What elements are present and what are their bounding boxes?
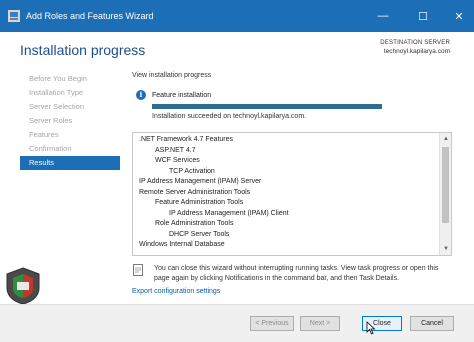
previous-button[interactable]: < Previous — [250, 316, 294, 331]
progress-fill — [152, 104, 382, 109]
sidebar-item-server-roles: Server Roles — [29, 116, 73, 125]
page-title: Installation progress — [20, 42, 146, 58]
wizard-steps-sidebar: Before You Begin Installation Type Serve… — [20, 72, 120, 170]
installation-progress-bar — [152, 104, 382, 109]
result-item: TCP Activation — [169, 167, 215, 175]
result-item: Windows Internal Database — [139, 241, 225, 248]
cancel-button[interactable]: Cancel — [410, 316, 454, 331]
feature-installation-label: Feature installation — [152, 92, 212, 99]
wizard-header: Installation progress DESTINATION SERVER… — [0, 32, 474, 66]
results-list-box[interactable]: .NET Framework 4.7 Features ASP.NET 4.7 WC… — [132, 132, 452, 256]
result-item: IP Address Management (IPAM) Server — [139, 178, 262, 185]
scroll-down-arrow-icon[interactable]: ▼ — [440, 243, 451, 255]
results-scrollbar[interactable]: ▲ ▼ — [439, 133, 451, 255]
view-progress-label: View installation progress — [132, 72, 212, 79]
result-item: .NET Framework 4.7 Features — [139, 136, 234, 143]
mouse-cursor-icon — [366, 321, 376, 335]
result-item: IP Address Management (IPAM) Client — [169, 209, 289, 217]
sidebar-item-before-you-begin: Before You Begin — [29, 74, 87, 83]
wizard-footer: < Previous Next > Close Cancel — [0, 304, 474, 342]
result-item: Feature Administration Tools — [155, 199, 244, 206]
scroll-up-arrow-icon[interactable]: ▲ — [440, 133, 451, 145]
maximize-button[interactable]: ☐ — [408, 6, 438, 26]
sidebar-item-features: Features — [29, 130, 59, 139]
watermark-logo-badge — [6, 267, 40, 305]
minimize-button[interactable]: — — [368, 6, 398, 26]
scroll-thumb[interactable] — [442, 147, 449, 223]
close-window-button[interactable]: ✕ — [444, 6, 474, 26]
sidebar-item-confirmation: Confirmation — [29, 144, 72, 153]
results-list: .NET Framework 4.7 Features ASP.NET 4.7 WC… — [133, 133, 439, 251]
result-item: ASP.NET 4.7 — [155, 146, 196, 154]
result-item: Role Administration Tools — [155, 220, 234, 227]
result-item: DHCP Server Tools — [169, 230, 230, 238]
sidebar-item-results[interactable]: Results — [20, 156, 120, 170]
sidebar-item-server-selection: Server Selection — [29, 102, 85, 111]
wizard-app-icon — [8, 10, 20, 22]
sidebar-item-installation-type: Installation Type — [29, 88, 84, 97]
installation-status-text: Installation succeeded on technoyl.kapil… — [152, 113, 307, 120]
main-content: View installation progress i Feature ins… — [132, 68, 462, 304]
result-item: Remote Server Administration Tools — [139, 188, 251, 196]
result-item: WCF Services — [155, 157, 200, 164]
note-document-icon — [133, 264, 143, 276]
destination-server-label: DESTINATION SERVER — [380, 40, 450, 46]
close-wizard-note: You can close this wizard without interr… — [154, 265, 439, 282]
destination-server-name: technoyl.kapilarya.com — [383, 48, 450, 55]
next-button[interactable]: Next > — [300, 316, 340, 331]
info-icon: i — [136, 90, 146, 100]
title-bar: Add Roles and Features Wizard — ☐ ✕ — [0, 0, 474, 32]
window-title: Add Roles and Features Wizard — [26, 11, 154, 21]
export-configuration-link[interactable]: Export configuration settings — [132, 288, 220, 295]
